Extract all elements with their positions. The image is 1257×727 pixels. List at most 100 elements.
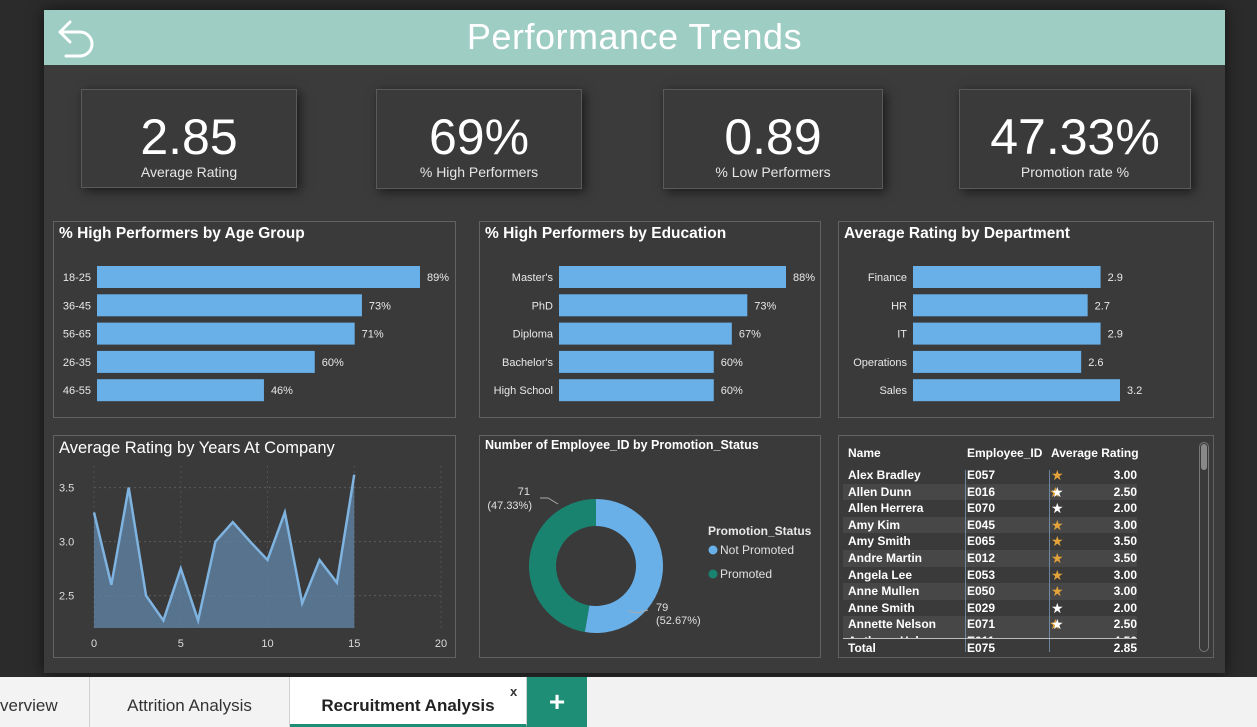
table-row[interactable]: Allen Herrera E070 ★ 2.00 xyxy=(843,500,1137,517)
kpi-label: % High Performers xyxy=(419,164,539,180)
header-average-rating[interactable]: Average Rating xyxy=(1051,446,1139,460)
cell-average-rating: 3.00 xyxy=(1113,567,1137,582)
bar[interactable] xyxy=(913,294,1088,317)
table-scrollbar[interactable] xyxy=(1199,442,1209,652)
cell-name: Alex Bradley xyxy=(848,468,921,482)
header-name[interactable]: Name xyxy=(848,446,881,460)
close-tab-icon[interactable]: x xyxy=(510,684,517,699)
table-row[interactable]: Anne Mullen E050 ★ 3.00 xyxy=(843,583,1137,600)
bar[interactable] xyxy=(913,379,1120,402)
table-header: Name Employee_ID Average Rating xyxy=(843,440,1197,462)
data-label: 46% xyxy=(271,385,293,397)
data-label: 88% xyxy=(793,272,815,284)
kpi-value: 47.33% xyxy=(990,109,1160,165)
data-label: 67% xyxy=(739,329,761,341)
donut-chart-svg: 79(52.67%) 71 (47.33%) Promotion_Status Not … xyxy=(487,486,812,633)
data-label: 2.9 xyxy=(1108,272,1123,284)
category-label: Finance xyxy=(868,272,907,284)
bar[interactable] xyxy=(559,350,714,373)
cell-average-rating: 2.50 xyxy=(1113,617,1137,632)
tab-recruitment-analysis[interactable]: Recruitment Analysis xyxy=(290,677,527,727)
category-label: 26-35 xyxy=(63,357,91,369)
chart-age-group[interactable]: % High Performers by Age Group 18-25 89% 3… xyxy=(53,221,456,418)
x-tick-label: 0 xyxy=(91,638,97,650)
table-row[interactable]: Amy Kim E045 ★ 3.00 xyxy=(843,516,1137,534)
cell-name: Angela Lee xyxy=(848,567,913,582)
cell-employee-id: E029 xyxy=(967,600,996,615)
bar[interactable] xyxy=(97,350,315,373)
bar[interactable] xyxy=(97,294,362,317)
cell-employee-id: E053 xyxy=(967,567,996,582)
data-label: 60% xyxy=(721,385,743,397)
slice-value-label: 79 xyxy=(656,602,668,614)
chart-promotion-status[interactable]: Number of Employee_ID by Promotion_Statu… xyxy=(479,435,821,658)
donut-slice[interactable] xyxy=(584,499,663,633)
table-row[interactable]: Alex Bradley E057 ★ 3.00 xyxy=(843,467,1137,484)
cell-employee-id: E070 xyxy=(967,501,996,516)
scrollbar-thumb[interactable] xyxy=(1201,444,1207,470)
table-row[interactable]: Anne Smith E029 ★ 2.00 xyxy=(843,600,1137,617)
kpi-label: % Low Performers xyxy=(715,164,831,180)
bar[interactable] xyxy=(97,379,264,402)
category-label: 56-65 xyxy=(63,329,91,341)
table-total-row: Total E075 2.85 xyxy=(843,638,1137,655)
x-tick-label: 20 xyxy=(435,638,447,650)
slice-pct-label: (47.33%) xyxy=(487,500,532,512)
tab-overview[interactable]: verview xyxy=(0,677,90,727)
table-row[interactable]: Amy Smith E065 ★ 3.50 xyxy=(843,533,1137,550)
rating-star-icon: ★ xyxy=(1051,583,1064,600)
cell-average-rating: 3.50 xyxy=(1113,551,1137,565)
table-row[interactable]: Allen Dunn E016 ★ 2.50 xyxy=(843,483,1137,501)
kpi-promotion-rate: 47.33% Promotion rate % xyxy=(959,89,1191,189)
rating-star-icon: ★ xyxy=(1051,550,1064,566)
cell-average-rating: 3.00 xyxy=(1113,584,1137,599)
kpi-value: 0.89 xyxy=(724,109,822,165)
category-label: Operations xyxy=(853,357,907,369)
bar[interactable] xyxy=(559,266,786,288)
legend-label[interactable]: Promoted xyxy=(720,567,772,581)
bar[interactable] xyxy=(559,322,732,345)
data-label: 89% xyxy=(427,272,449,284)
table-row[interactable]: Angela Lee E053 ★ 3.00 xyxy=(843,567,1137,584)
table-row[interactable]: Annette Nelson E071 ★ 2.50 xyxy=(843,616,1137,633)
category-label: 18-25 xyxy=(63,272,91,284)
category-label: 46-55 xyxy=(63,385,91,397)
rating-star-icon: ★ xyxy=(1051,533,1064,550)
bar-chart-svg: Master's 88% PhD 73% Diploma 67% Bachelor's 60%… xyxy=(494,266,815,402)
data-label: 73% xyxy=(754,300,776,312)
chart-department[interactable]: Average Rating by Department Finance 2.9 H… xyxy=(838,221,1214,418)
bar[interactable] xyxy=(913,322,1101,345)
cell-name: Annette Nelson xyxy=(848,617,937,632)
cell-average-rating: 2.50 xyxy=(1113,484,1137,499)
donut-slice[interactable] xyxy=(529,499,596,633)
cell-name: Allen Herrera xyxy=(848,501,924,516)
cell-employee-id: E045 xyxy=(967,517,996,532)
legend-label[interactable]: Not Promoted xyxy=(720,543,794,557)
bar[interactable] xyxy=(97,266,420,288)
bar-chart-svg: 18-25 89% 36-45 73% 56-65 71% 26-35 60% 46-55 46% xyxy=(63,266,449,402)
header-employee-id[interactable]: Employee_ID xyxy=(967,446,1042,460)
category-label: Bachelor's xyxy=(502,357,554,369)
cell-average-rating: 3.00 xyxy=(1113,468,1137,482)
legend-marker xyxy=(708,569,718,579)
cell-employee-id: E057 xyxy=(967,468,996,482)
add-tab-button[interactable]: + xyxy=(527,677,587,727)
cell-name: Amy Smith xyxy=(848,534,911,549)
legend-marker xyxy=(708,545,718,555)
bar[interactable] xyxy=(913,350,1082,373)
y-tick-label: 3.0 xyxy=(59,537,74,549)
tab-attrition-analysis[interactable]: Attrition Analysis xyxy=(90,677,290,727)
bar[interactable] xyxy=(97,322,355,345)
bar[interactable] xyxy=(559,379,714,402)
bar[interactable] xyxy=(913,266,1101,288)
data-label: 3.2 xyxy=(1127,385,1142,397)
kpi-label: Promotion rate % xyxy=(1020,164,1130,180)
chart-education[interactable]: % High Performers by Education Master's 8… xyxy=(479,221,821,418)
data-label: 60% xyxy=(721,357,743,369)
slice-pct-label: (52.67%) xyxy=(656,615,701,627)
cell-name: Anne Smith xyxy=(848,600,915,615)
chart-years-at-company[interactable]: Average Rating by Years At Company 2.5 3.… xyxy=(53,435,456,658)
employee-table[interactable]: Name Employee_ID Average Rating Alex Bra… xyxy=(838,435,1214,658)
table-row[interactable]: Andre Martin E012 ★ 3.50 xyxy=(843,550,1137,567)
bar[interactable] xyxy=(559,294,748,317)
